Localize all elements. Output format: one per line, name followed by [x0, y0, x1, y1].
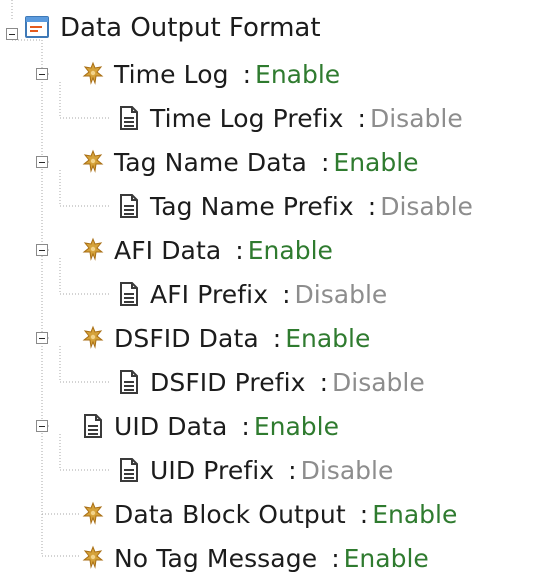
separator-colon: : — [241, 411, 250, 441]
separator-colon: : — [359, 499, 369, 529]
document-icon — [116, 105, 142, 131]
tree-item-tag-name-data[interactable]: Tag Name Data: Enable — [36, 140, 419, 184]
separator-colon: : — [331, 543, 340, 573]
value-enable[interactable]: Enable — [344, 544, 429, 573]
document-icon — [116, 369, 142, 395]
separator-colon: : — [242, 59, 252, 89]
value-enable[interactable]: Enable — [285, 324, 370, 353]
value-disable[interactable]: Disable — [380, 192, 473, 221]
setting-label: No Tag Message — [114, 543, 318, 573]
separator-colon: : — [320, 147, 330, 177]
form-window-icon — [24, 14, 50, 40]
document-icon — [80, 413, 106, 439]
document-icon — [116, 193, 142, 219]
tree-item-time-log-prefix[interactable]: Time Log Prefix: Disable — [116, 96, 463, 140]
tree-item-tag-name-prefix[interactable]: Tag Name Prefix: Disable — [116, 184, 473, 228]
document-icon — [116, 281, 142, 307]
setting-label: UID Data — [114, 411, 228, 441]
value-disable[interactable]: Disable — [332, 368, 425, 397]
value-enable[interactable]: Enable — [254, 412, 339, 441]
value-enable[interactable]: Enable — [333, 148, 418, 177]
tree-item-afi-prefix[interactable]: AFI Prefix: Disable — [116, 272, 387, 316]
value-enable[interactable]: Enable — [248, 236, 333, 265]
property-tree: Data Output Format Time Log: Enable Time L… — [0, 0, 542, 576]
value-disable[interactable]: Disable — [370, 104, 463, 133]
collapse-toggle[interactable] — [36, 68, 48, 80]
setting-label: DSFID Prefix — [150, 367, 306, 397]
setting-label: DSFID Data — [114, 323, 259, 353]
setting-label: Time Log — [114, 59, 229, 89]
collapse-toggle[interactable] — [36, 244, 48, 256]
tree-item-data-block-output[interactable]: Data Block Output: Enable — [80, 492, 457, 536]
gear-icon — [80, 501, 106, 527]
setting-label: AFI Prefix — [150, 279, 269, 309]
tree-item-time-log[interactable]: Time Log: Enable — [36, 52, 340, 96]
value-enable[interactable]: Enable — [255, 60, 340, 89]
gear-icon — [80, 545, 106, 571]
collapse-toggle[interactable] — [36, 156, 48, 168]
separator-colon: : — [272, 323, 282, 353]
setting-label: Tag Name Prefix — [150, 191, 354, 221]
gear-icon — [80, 61, 106, 87]
value-enable[interactable]: Enable — [372, 500, 457, 529]
gear-icon — [80, 149, 106, 175]
value-disable[interactable]: Disable — [301, 456, 394, 485]
gear-icon — [80, 325, 106, 351]
setting-label: Time Log Prefix — [150, 103, 344, 133]
tree-item-no-tag-message[interactable]: No Tag Message: Enable — [80, 536, 429, 580]
tree-item-uid-data[interactable]: UID Data: Enable — [36, 404, 339, 448]
setting-label: AFI Data — [114, 235, 222, 265]
separator-colon: : — [235, 235, 244, 265]
separator-colon: : — [288, 455, 297, 485]
tree-item-dsfid-data[interactable]: DSFID Data: Enable — [36, 316, 370, 360]
separator-colon: : — [357, 103, 366, 133]
separator-colon: : — [367, 191, 377, 221]
collapse-toggle[interactable] — [36, 420, 48, 432]
collapse-toggle[interactable] — [36, 332, 48, 344]
tree-item-dsfid-prefix[interactable]: DSFID Prefix: Disable — [116, 360, 425, 404]
separator-colon: : — [319, 367, 328, 397]
setting-label: Data Block Output — [114, 499, 346, 529]
root-label: Data Output Format — [60, 13, 321, 43]
setting-label: UID Prefix — [150, 455, 275, 485]
separator-colon: : — [282, 279, 291, 309]
document-icon — [116, 457, 142, 483]
tree-item-afi-data[interactable]: AFI Data: Enable — [36, 228, 333, 272]
value-disable[interactable]: Disable — [295, 280, 388, 309]
tree-item-uid-prefix[interactable]: UID Prefix: Disable — [116, 448, 393, 492]
setting-label: Tag Name Data — [114, 147, 307, 177]
collapse-toggle[interactable] — [6, 28, 18, 40]
gear-icon — [80, 237, 106, 263]
